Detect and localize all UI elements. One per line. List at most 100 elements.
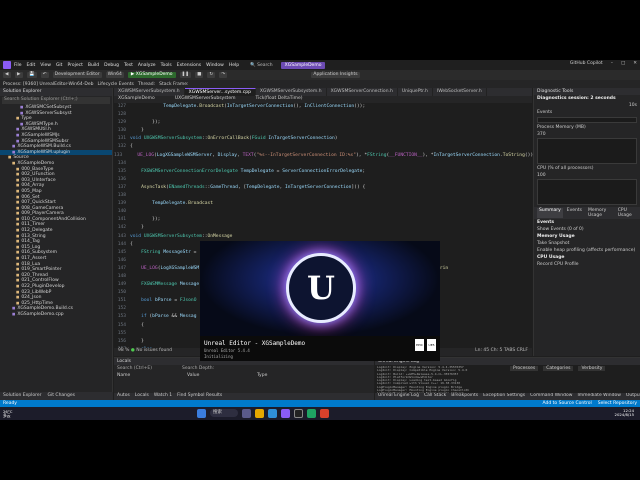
panel-tab[interactable]: Exception Settings [483, 393, 525, 400]
line-number: 147 [117, 265, 126, 271]
save-icon[interactable]: 💾 [27, 72, 37, 78]
file-explorer-icon[interactable] [255, 409, 264, 418]
column-header[interactable]: Value [187, 373, 257, 378]
panel-tab[interactable]: Output [626, 393, 640, 400]
log-filter-dropdown[interactable]: Verbosity [578, 366, 606, 371]
column-header[interactable]: Type [257, 373, 327, 378]
nav-dropdown[interactable]: XGSampleDemo [118, 96, 155, 103]
app-icon[interactable] [320, 409, 329, 418]
select-repository-button[interactable]: Select Repository [598, 401, 637, 406]
panel-tab[interactable]: Locals [135, 393, 149, 400]
menu-item-edit[interactable]: Edit [27, 63, 36, 68]
menu-item-tools[interactable]: Tools [161, 63, 172, 68]
panel-tab[interactable]: Unreal Engine Log [378, 393, 419, 400]
menu-item-git[interactable]: Git [56, 63, 63, 68]
edge-browser-icon[interactable] [268, 409, 277, 418]
panel-tab[interactable]: Call Stack [424, 393, 446, 400]
maximize-icon[interactable]: □ [621, 61, 625, 66]
panel-tab[interactable]: Watch 1 [154, 393, 172, 400]
start-menu-icon[interactable] [197, 409, 206, 418]
search-depth-dropdown[interactable]: Search Depth: [182, 366, 214, 371]
diagnostics-tab[interactable]: Summary [537, 208, 563, 218]
menu-item-project[interactable]: Project [67, 63, 82, 68]
panel-tab[interactable]: Find Symbol Results [177, 393, 222, 400]
editor-tab[interactable]: XGWSMServerConnection.h [327, 88, 398, 96]
zoom-level[interactable]: 98 % [118, 348, 129, 353]
start-debug-button[interactable]: ▶ XGSampleDemo [127, 72, 176, 78]
nav-dropdown[interactable]: UXGWSMServerSubsystem [175, 96, 236, 103]
events-section-title: Events [537, 220, 555, 225]
solution-explorer-search-input[interactable]: Search Solution Explorer (Ctrl+;) [2, 97, 110, 104]
panel-tab[interactable]: Command Window [530, 393, 572, 400]
menu-item-extensions[interactable]: Extensions [177, 63, 201, 68]
menu-item-view[interactable]: View [40, 63, 51, 68]
undo-icon[interactable]: ↶ [40, 72, 49, 78]
panel-tab[interactable]: Autos [117, 393, 130, 400]
menu-item-debug[interactable]: Debug [104, 63, 119, 68]
pause-icon[interactable]: ❚❚ [179, 72, 192, 78]
minimize-icon[interactable]: – [611, 61, 613, 66]
panel-tab[interactable]: Git Changes [48, 393, 76, 399]
step-over-icon[interactable]: ↷ [219, 72, 228, 78]
menu-item-file[interactable]: File [14, 63, 22, 68]
search-box[interactable]: 🔍 Search [250, 63, 273, 68]
take-snapshot-button[interactable]: Take Snapshot [534, 240, 640, 247]
menu-item-test[interactable]: Test [124, 63, 133, 68]
issues-status[interactable]: No issues found [136, 348, 172, 353]
stop-icon[interactable]: ■ [195, 72, 204, 78]
heap-profiling-checkbox[interactable]: Enable heap profiling (affects performan… [534, 247, 640, 254]
process-dropdown[interactable]: Process: [9360] UnrealEditor-Win64-Deb [3, 82, 93, 87]
panel-tab[interactable]: Solution Explorer [3, 393, 42, 399]
tree-item[interactable]: XGSampleDemo.cpp [0, 312, 112, 318]
diagnostics-tab[interactable]: CPU Usage [616, 208, 637, 218]
unreal-taskbar-icon[interactable] [294, 409, 303, 418]
task-view-icon[interactable] [242, 409, 251, 418]
panel-tab[interactable]: Breakpoints [451, 393, 478, 400]
close-icon[interactable]: ✕ [633, 61, 637, 66]
editor-tab[interactable]: IWebSocketServer.h [433, 88, 487, 96]
add-source-control-button[interactable]: Add to Source Control [543, 401, 592, 406]
copilot-button[interactable]: GitHub Copilot [570, 61, 603, 66]
indent-mode[interactable]: TABS [504, 348, 515, 353]
thread-dropdown[interactable]: Thread: [138, 82, 155, 87]
nav-dropdown[interactable]: Tick(float DeltaTime) [255, 96, 302, 103]
line-endings[interactable]: CRLF [517, 348, 528, 353]
platform-dropdown[interactable]: Win64 [105, 72, 124, 78]
config-dropdown[interactable]: Development Editor [52, 72, 102, 78]
project-name-badge[interactable]: XGSampleDemo [280, 61, 326, 69]
solution-tree: XGWSMCSetSubsystXGWSServerSubsystTypeXGW… [0, 105, 112, 318]
system-clock[interactable]: 12:24 2024/8/15 [615, 408, 634, 418]
menu-item-help[interactable]: Help [229, 63, 239, 68]
weather-condition: 多云 [3, 412, 11, 418]
editor-tab[interactable]: XGWSMServerSubsystem.h [114, 88, 185, 96]
stack-frame-dropdown[interactable]: Stack Frame: [159, 82, 188, 87]
weather-widget[interactable]: 26°C 多云 [3, 409, 12, 418]
line-number: 128 [117, 112, 126, 118]
application-insights-button[interactable]: Application Insights [311, 72, 360, 78]
editor-tab[interactable]: XGWSMServerSubsystem.h [256, 88, 327, 96]
forward-icon[interactable]: ▶ [15, 72, 23, 78]
back-icon[interactable]: ◀ [3, 72, 11, 78]
wechat-icon[interactable] [307, 409, 316, 418]
column-header[interactable]: Name [117, 373, 187, 378]
log-filter-dropdown[interactable]: Categories [543, 366, 574, 371]
panel-tab[interactable]: Immediate Window [577, 393, 620, 400]
menu-item-window[interactable]: Window [206, 63, 224, 68]
editor-tab[interactable]: UniquePtr.h [398, 88, 433, 96]
visual-studio-logo-icon [3, 61, 11, 69]
editor-tab[interactable]: XGWSMServer...system.cpp [184, 88, 256, 96]
record-cpu-profile-button[interactable]: Record CPU Profile [534, 261, 640, 268]
show-events-link[interactable]: Show Events (0 of 0) [534, 226, 640, 233]
restart-icon[interactable]: ↻ [207, 72, 216, 78]
taskbar-search[interactable]: 搜索 [210, 409, 238, 417]
status-bar: Ready Add to Source Control Select Repos… [0, 400, 640, 407]
visual-studio-taskbar-icon[interactable] [281, 409, 290, 418]
locals-search-input[interactable]: Search (Ctrl+E) [117, 366, 152, 371]
menu-item-analyze[interactable]: Analyze [138, 63, 156, 68]
diagnostics-tab[interactable]: Memory Usage [586, 208, 614, 218]
menu-item-build[interactable]: Build [88, 63, 99, 68]
lifecycle-events-dropdown[interactable]: Lifecycle Events [97, 82, 133, 87]
diagnostics-tab[interactable]: Events [565, 208, 584, 218]
diagnostics-tabs: Summary Events Memory Usage CPU Usage [534, 207, 640, 219]
log-filter-dropdown[interactable]: Processes [510, 366, 539, 371]
